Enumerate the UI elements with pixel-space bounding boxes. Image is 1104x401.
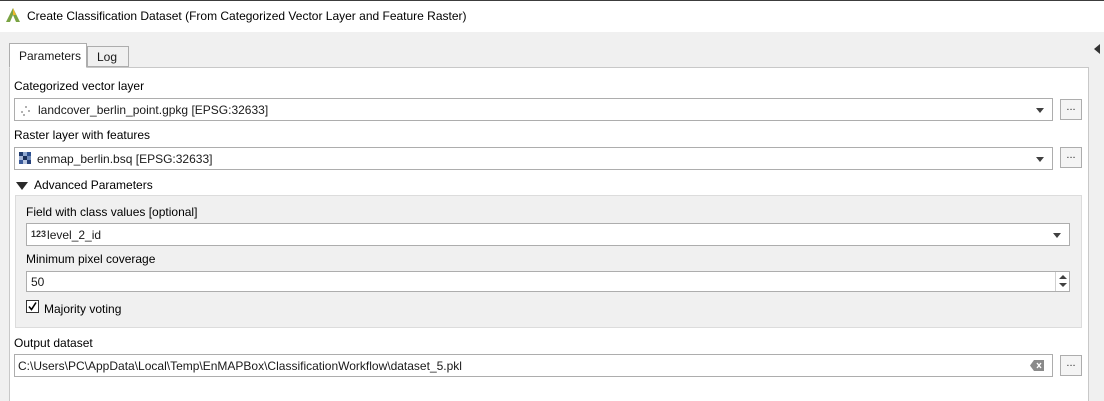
chevron-down-icon	[1053, 233, 1061, 238]
raster-layer-value: enmap_berlin.bsq [EPSG:32633]	[37, 151, 213, 166]
vector-layer-label: Categorized vector layer	[14, 79, 145, 93]
spin-buttons[interactable]	[1055, 272, 1069, 291]
chevron-down-icon	[1036, 108, 1044, 113]
point-layer-icon	[21, 105, 30, 116]
expand-triangle-icon[interactable]	[16, 182, 28, 190]
numeric-field-icon: 123	[31, 228, 47, 239]
coverage-spinbox[interactable]: 50	[26, 271, 1070, 292]
class-field-combo[interactable]: 123 level_2_id	[26, 223, 1070, 246]
majority-voting-checkbox[interactable]	[26, 300, 39, 313]
output-dataset-label: Output dataset	[14, 336, 93, 350]
qgis-icon	[6, 8, 20, 22]
tab-log[interactable]: Log	[87, 46, 129, 67]
title-bar: Create Classification Dataset (From Cate…	[0, 0, 1104, 32]
vector-layer-value: landcover_berlin_point.gpkg [EPSG:32633]	[38, 102, 269, 117]
advanced-parameters-toggle[interactable]: Advanced Parameters	[34, 178, 153, 192]
coverage-label: Minimum pixel coverage	[26, 252, 156, 266]
vector-layer-browse-button[interactable]: ...	[1060, 99, 1082, 120]
spin-up-icon[interactable]	[1059, 275, 1067, 279]
vector-layer-combo[interactable]: landcover_berlin_point.gpkg [EPSG:32633]	[14, 98, 1053, 121]
coverage-value: 50	[31, 274, 45, 289]
class-field-value: level_2_id	[47, 227, 102, 242]
collapse-panel-icon[interactable]	[1092, 44, 1100, 54]
spin-down-icon[interactable]	[1059, 283, 1067, 287]
raster-layer-icon	[19, 151, 31, 164]
checkmark-icon	[28, 302, 37, 311]
output-path-value: C:\Users\PC\AppData\Local\Temp\EnMAPBox\…	[18, 358, 462, 373]
clear-icon[interactable]	[1030, 360, 1044, 371]
output-path-input[interactable]: C:\Users\PC\AppData\Local\Temp\EnMAPBox\…	[14, 354, 1053, 377]
raster-layer-combo[interactable]: enmap_berlin.bsq [EPSG:32633]	[14, 147, 1053, 170]
raster-layer-label: Raster layer with features	[14, 128, 151, 142]
chevron-down-icon	[1036, 157, 1044, 162]
majority-voting-label: Majority voting	[44, 302, 122, 316]
class-field-label: Field with class values [optional]	[26, 205, 198, 219]
tab-parameters[interactable]: Parameters	[9, 43, 87, 68]
window-title: Create Classification Dataset (From Cate…	[27, 9, 467, 23]
output-browse-button[interactable]: ...	[1060, 355, 1082, 376]
raster-layer-browse-button[interactable]: ...	[1060, 147, 1082, 168]
